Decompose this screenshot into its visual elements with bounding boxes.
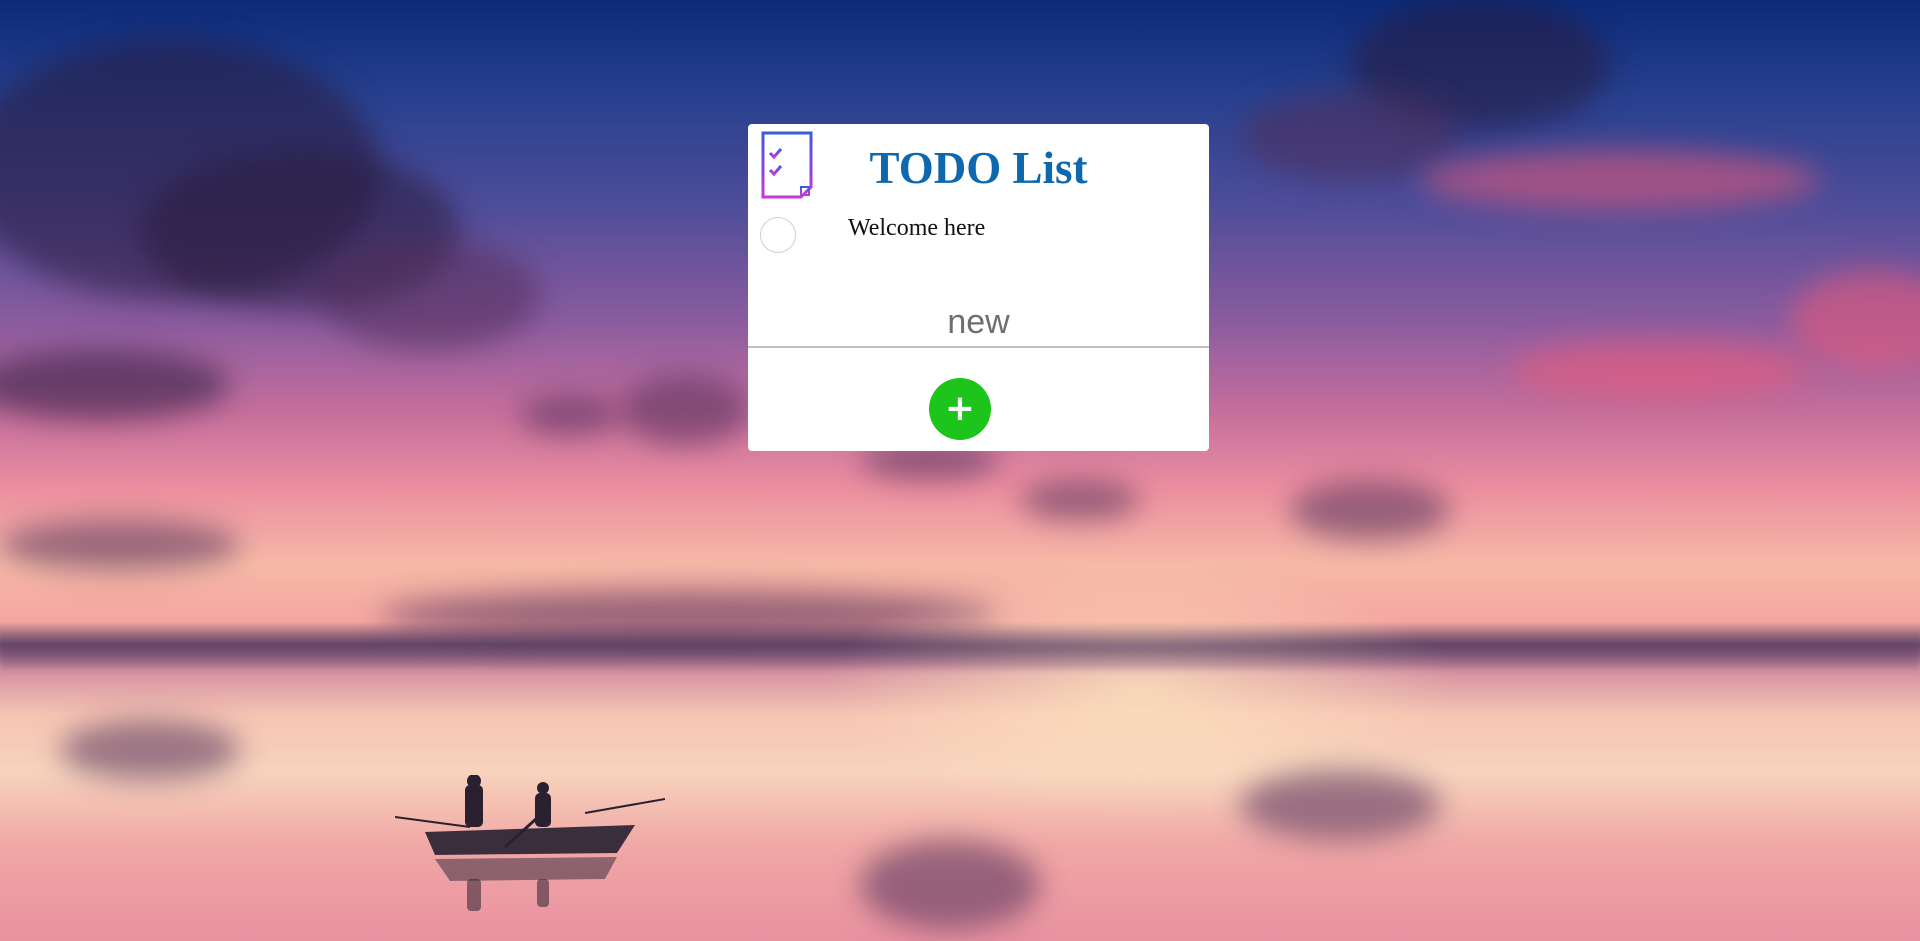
add-todo-button[interactable]: + <box>929 378 991 440</box>
plus-icon: + <box>944 388 976 429</box>
todo-checkbox[interactable] <box>760 217 796 253</box>
new-todo-input[interactable] <box>748 298 1209 348</box>
todo-header: TODO List <box>748 124 1209 210</box>
boat-silhouette <box>395 775 665 911</box>
todo-card: TODO List Welcome here + <box>748 124 1209 451</box>
todo-item-text: Welcome here <box>848 215 986 241</box>
page-title: TODO List <box>869 143 1088 193</box>
todo-item: Welcome here <box>748 210 1209 268</box>
